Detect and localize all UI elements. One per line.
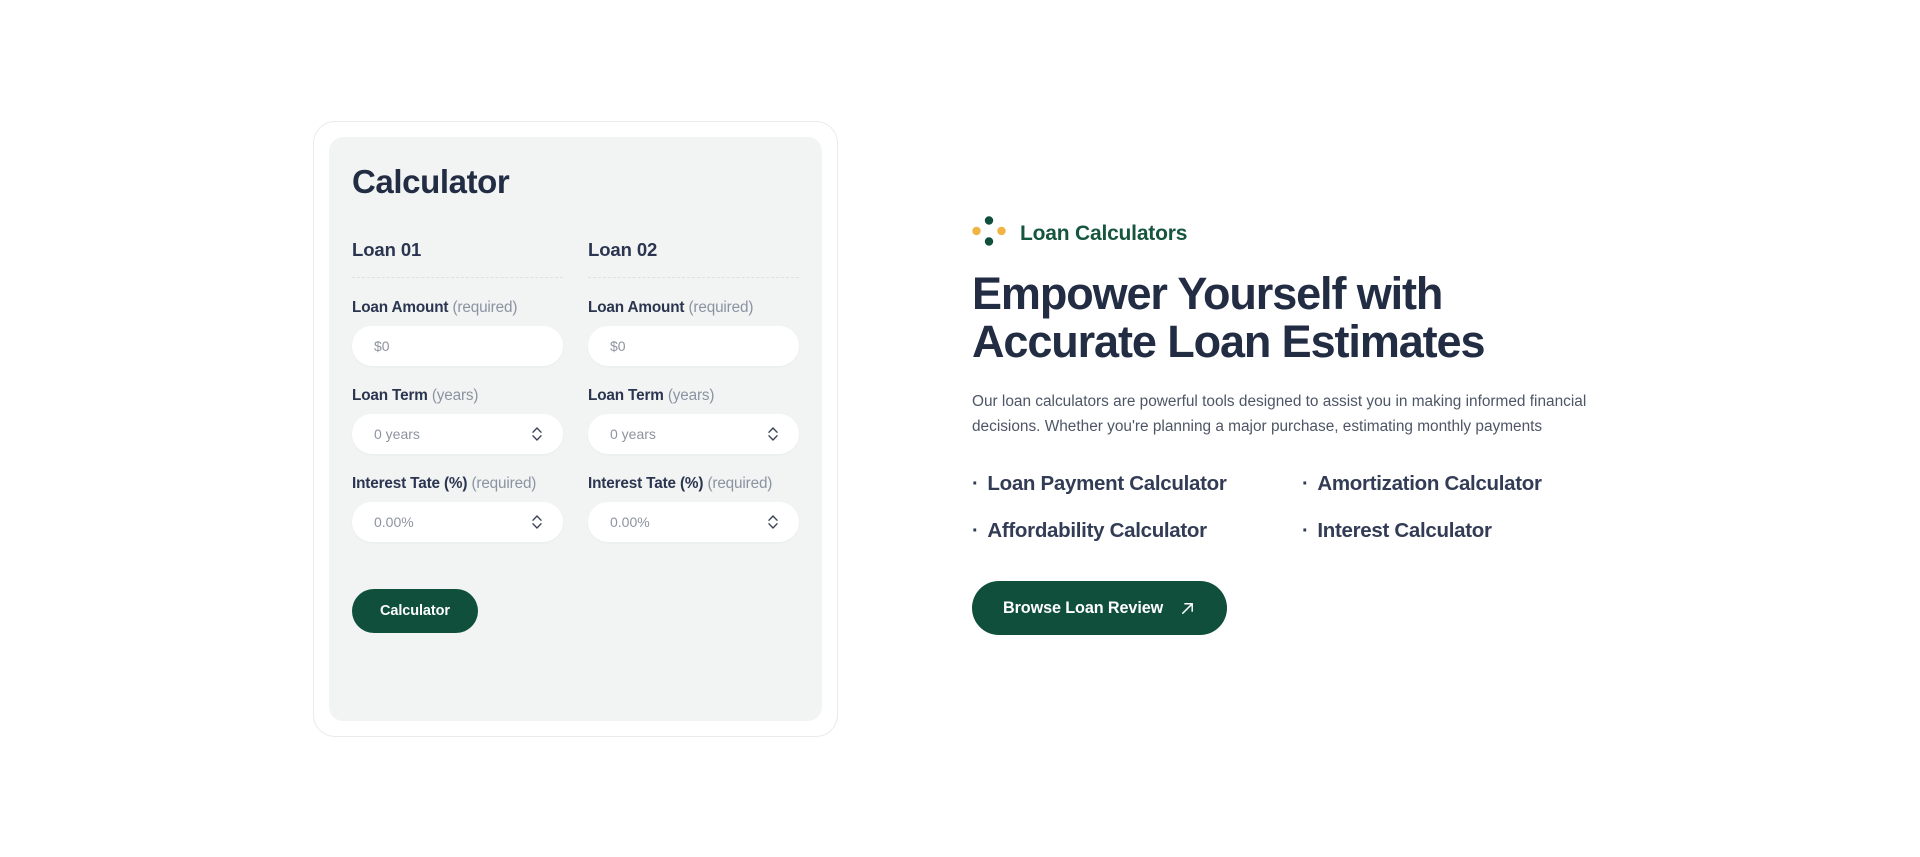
field-label-loan-amount: Loan Amount (required)	[352, 299, 563, 317]
list-item-label: Loan Payment Calculator	[987, 472, 1227, 496]
stepper-up-down-icon[interactable]	[531, 513, 543, 531]
field-label-text: Interest Tate (%)	[588, 475, 704, 492]
bullet-marker-icon: ·	[1302, 520, 1309, 543]
field-label-qualifier: (required)	[707, 475, 773, 492]
field-label-qualifier: (years)	[667, 387, 715, 404]
column-divider	[352, 277, 563, 278]
calculator-title: Calculator	[352, 163, 510, 200]
list-item-label: Interest Calculator	[1317, 519, 1492, 543]
loan-amount-input-02[interactable]	[588, 326, 799, 366]
calculator-card: Calculator Loan 01 Loan Amount (required…	[313, 121, 838, 737]
list-item[interactable]: · Interest Calculator	[1302, 519, 1612, 543]
loan-columns: Loan 01 Loan Amount (required) Loan Term…	[352, 239, 799, 563]
info-panel: Loan Calculators Empower Yourself with A…	[972, 216, 1612, 636]
field-label-text: Interest Tate (%)	[352, 475, 468, 492]
arrow-up-right-icon	[1179, 600, 1196, 617]
cta-label: Browse Loan Review	[1003, 598, 1164, 617]
field-label-text: Loan Amount	[352, 299, 449, 316]
list-item-label: Affordability Calculator	[987, 519, 1207, 543]
input-wrap-loan-term	[352, 414, 563, 454]
loan-amount-input-01[interactable]	[352, 326, 563, 366]
field-label-text: Loan Term	[588, 387, 664, 404]
input-wrap-loan-term	[588, 414, 799, 454]
calculator-panel: Calculator Loan 01 Loan Amount (required…	[329, 137, 822, 721]
calculator-type-list: · Loan Payment Calculator · Amortization…	[972, 472, 1612, 543]
list-item[interactable]: · Loan Payment Calculator	[972, 472, 1302, 496]
calculator-submit-button[interactable]: Calculator	[352, 589, 478, 633]
field-label-qualifier: (required)	[688, 299, 754, 316]
input-wrap-interest-rate	[352, 502, 563, 542]
field-label-loan-amount: Loan Amount (required)	[588, 299, 799, 317]
loan-column-02: Loan 02 Loan Amount (required) Loan Term…	[588, 239, 799, 563]
field-label-interest-rate: Interest Tate (%) (required)	[588, 475, 799, 493]
stepper-up-down-icon[interactable]	[767, 513, 779, 531]
input-wrap-interest-rate	[588, 502, 799, 542]
four-dot-diamond-icon	[972, 216, 1006, 251]
field-label-qualifier: (required)	[471, 475, 537, 492]
field-label-text: Loan Amount	[588, 299, 685, 316]
browse-loan-review-button[interactable]: Browse Loan Review	[972, 581, 1228, 636]
list-item[interactable]: · Amortization Calculator	[1302, 472, 1612, 496]
field-label-loan-term: Loan Term (years)	[352, 387, 563, 405]
loan-column-01: Loan 01 Loan Amount (required) Loan Term…	[352, 239, 563, 563]
field-label-text: Loan Term	[352, 387, 428, 404]
eyebrow-label: Loan Calculators	[1020, 221, 1188, 245]
column-divider	[588, 277, 799, 278]
loan-column-heading-02: Loan 02	[588, 239, 658, 260]
field-label-loan-term: Loan Term (years)	[588, 387, 799, 405]
stepper-up-down-icon[interactable]	[767, 425, 779, 443]
page-root: Calculator Loan 01 Loan Amount (required…	[0, 0, 1920, 857]
field-label-qualifier: (required)	[452, 299, 518, 316]
bullet-marker-icon: ·	[972, 473, 979, 496]
field-label-interest-rate: Interest Tate (%) (required)	[352, 475, 563, 493]
eyebrow: Loan Calculators	[972, 216, 1612, 251]
intro-paragraph: Our loan calculators are powerful tools …	[972, 393, 1587, 436]
input-wrap-loan-amount	[352, 326, 563, 366]
page-title: Empower Yourself with Accurate Loan Esti…	[972, 268, 1486, 368]
bullet-marker-icon: ·	[1302, 473, 1309, 496]
list-item-label: Amortization Calculator	[1317, 472, 1542, 496]
input-wrap-loan-amount	[588, 326, 799, 366]
list-item[interactable]: · Affordability Calculator	[972, 519, 1302, 543]
bullet-marker-icon: ·	[972, 520, 979, 543]
loan-column-heading-01: Loan 01	[352, 239, 422, 260]
stepper-up-down-icon[interactable]	[531, 425, 543, 443]
field-label-qualifier: (years)	[431, 387, 479, 404]
